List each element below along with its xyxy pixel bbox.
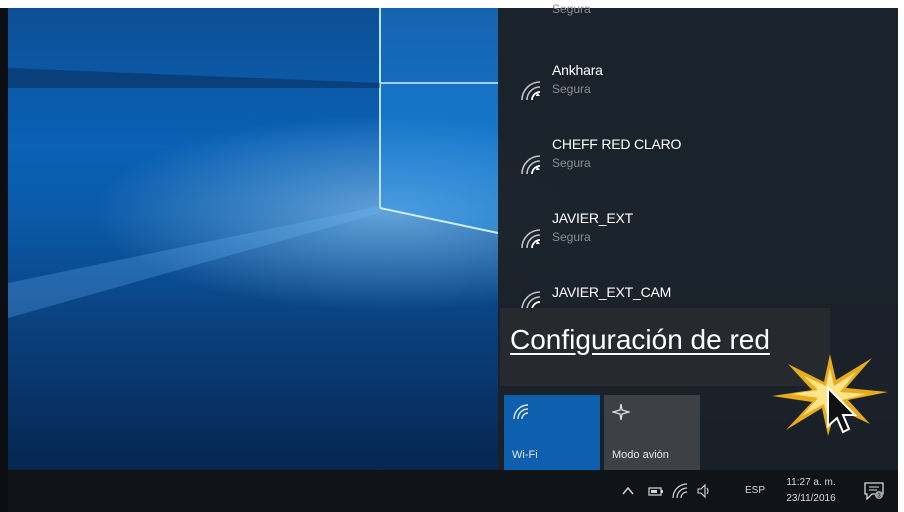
network-item-cheff-red-claro[interactable]: CHEFF RED CLARO Segura [510,132,746,198]
network-status: Segura [552,156,591,170]
network-status: Segura [552,230,591,244]
wifi-icon [513,404,529,420]
clock-date: 23/11/2016 [786,493,836,504]
network-ssid: Ankhara [552,62,603,78]
quick-action-label: Wi-Fi [512,449,538,461]
network-status: Segura [552,82,591,96]
right-letterbox [898,0,904,512]
quick-action-airplane-mode[interactable]: Modo avión [604,395,700,471]
wifi-signal-icon [521,81,541,101]
network-ssid: JAVIER_EXT_CAM [552,284,672,300]
system-clock[interactable]: 11:27 a. m. 23/11/2016 [778,475,844,507]
chevron-up-icon[interactable] [620,483,636,499]
battery-icon[interactable] [648,483,664,499]
network-ssid: JAVIER_EXT [552,210,633,226]
wifi-signal-icon [521,155,541,175]
partial-network-status: Segura [552,2,591,16]
airplane-icon [612,403,630,421]
network-settings-link[interactable]: Configuración de red [510,324,770,356]
top-letterbox [0,0,904,8]
quick-action-wifi[interactable]: Wi-Fi [504,395,600,471]
click-highlight-burst [772,354,888,436]
wifi-signal-icon [521,229,541,249]
network-item-ankhara[interactable]: Ankhara Segura [510,58,746,124]
clock-time: 11:27 a. m. [786,477,836,488]
volume-icon[interactable] [696,483,712,499]
quick-action-label: Modo avión [612,449,669,461]
taskbar: ESP 11:27 a. m. 23/11/2016 3 [8,470,898,512]
network-ssid: CHEFF RED CLARO [552,136,682,152]
action-center-icon[interactable]: 3 [864,482,884,500]
input-language-indicator[interactable]: ESP [745,485,765,496]
network-item-javier-ext[interactable]: JAVIER_EXT Segura [510,206,746,272]
wifi-icon[interactable] [672,483,688,499]
